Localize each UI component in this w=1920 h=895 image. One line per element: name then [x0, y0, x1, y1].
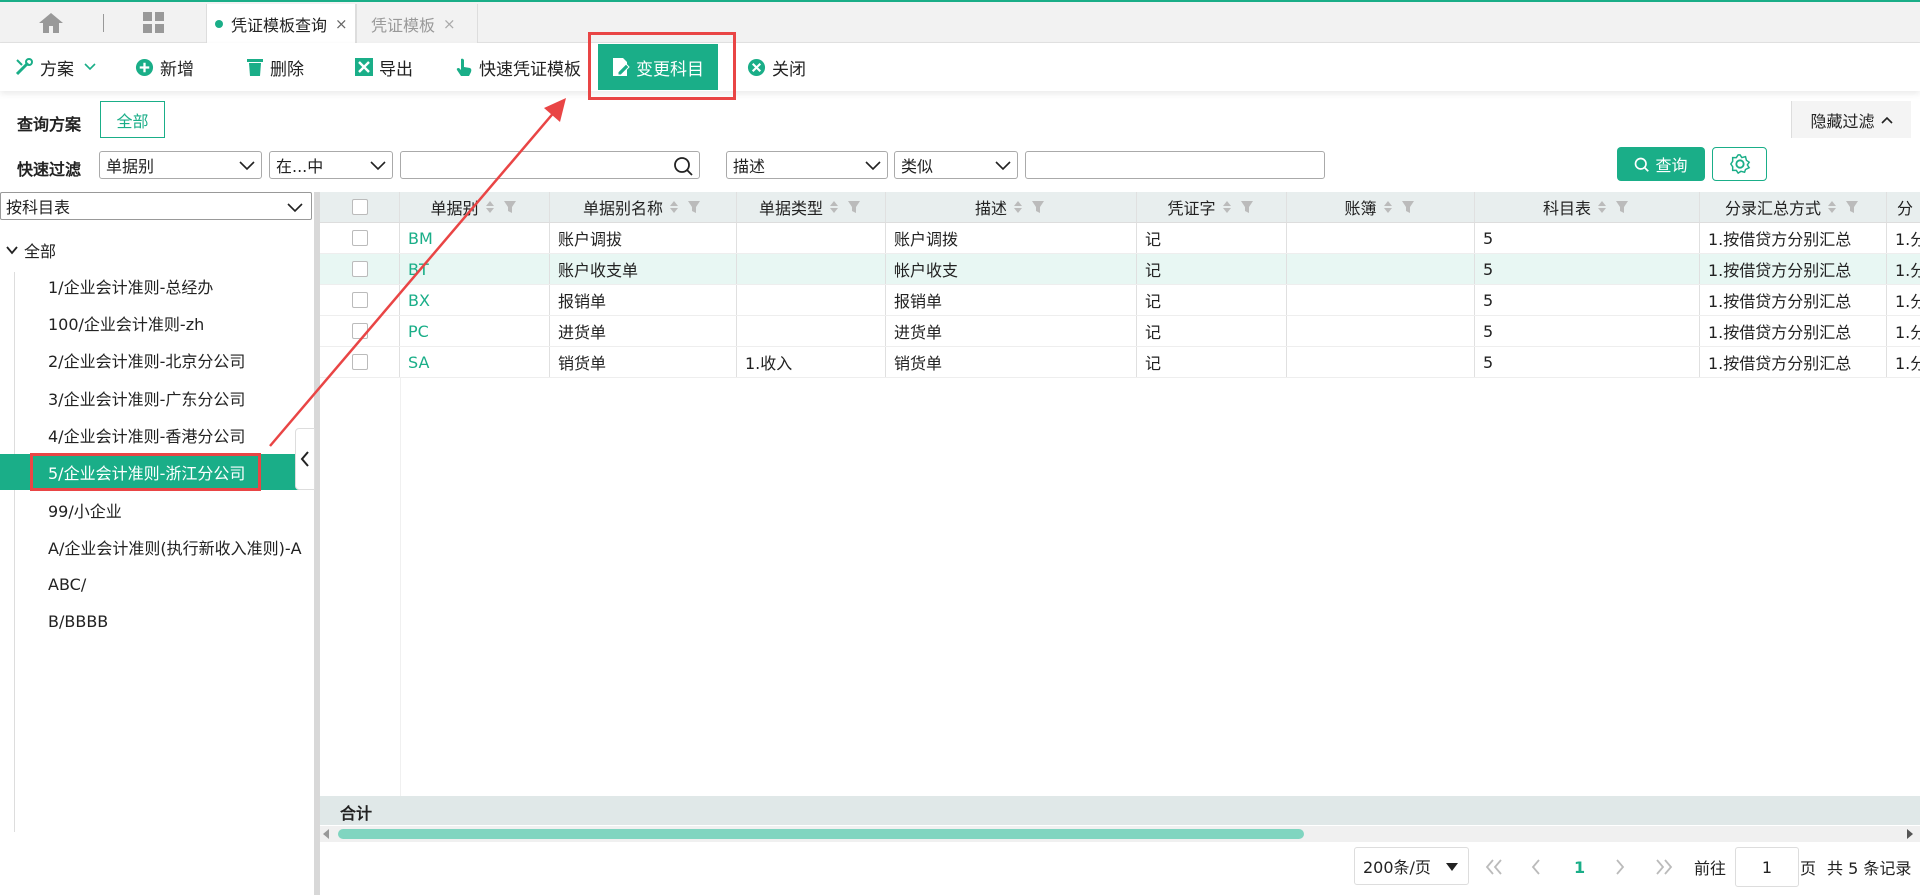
annotation-arrow: [269, 98, 566, 447]
